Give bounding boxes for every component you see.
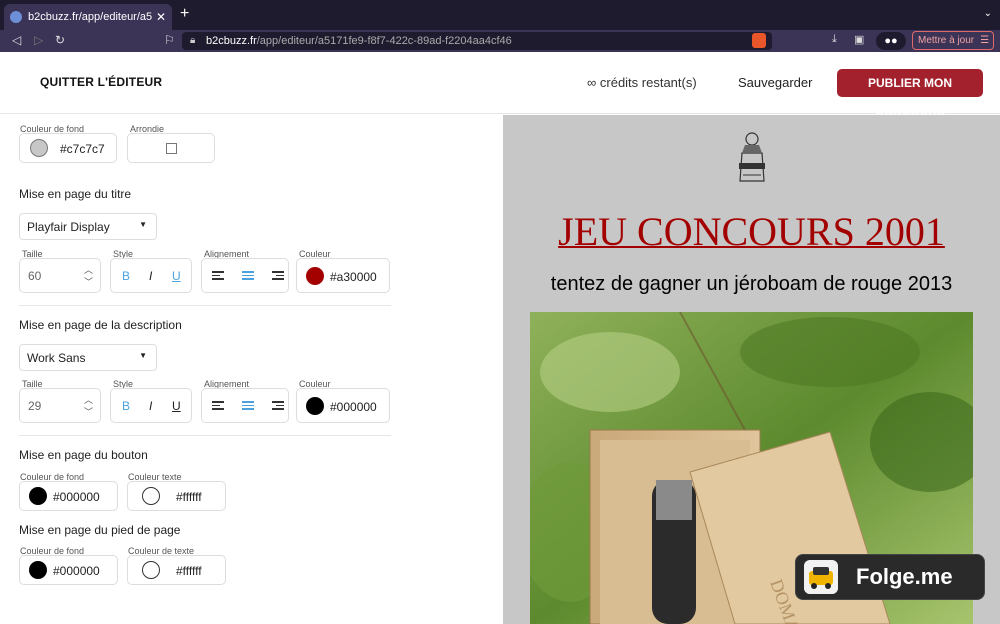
url-path: /app/editeur/a5171fe9-f8f7-422c-89ad-f22… [256, 35, 512, 47]
preview-title: JEU CONCOURS 2001 [558, 209, 945, 254]
preview-description: tentez de gagner un jéroboam de rouge 20… [550, 273, 953, 295]
bg-color-field[interactable]: #c7c7c7 [19, 133, 117, 163]
save-button[interactable]: Sauvegarder [738, 75, 812, 90]
align-left-icon[interactable] [212, 271, 224, 282]
desc-size-value: 29 [28, 399, 42, 413]
rounded-checkbox[interactable] [166, 143, 177, 154]
reload-icon[interactable]: ↻ [55, 33, 65, 47]
winery-logo-icon [739, 132, 765, 182]
desc-font-select[interactable]: Work Sans ▼ [19, 344, 157, 371]
back-icon[interactable]: ◁ [12, 33, 21, 47]
spin-down-icon[interactable]: ﹀ [84, 407, 93, 417]
spin-up-icon[interactable]: ︿ [84, 265, 93, 275]
lock-icon: 🔒︎ [190, 35, 196, 46]
rounded-field[interactable] [127, 133, 215, 163]
download-icon[interactable]: ⤓ [832, 33, 837, 46]
footer-bg-value: #000000 [53, 564, 100, 578]
bookmark-icon[interactable]: ⚐ [164, 33, 175, 47]
align-right-icon[interactable] [272, 271, 284, 282]
bg-color-swatch [30, 139, 48, 157]
new-tab-button[interactable]: + [180, 5, 189, 23]
browser-tab-bar: b2cbuzz.fr/app/editeur/a5171fe ✕ + ⌄ [0, 0, 1000, 30]
button-text-swatch [142, 487, 160, 505]
footer-bg-swatch [29, 561, 47, 579]
contest-preview: JEU CONCOURS 2001 tentez de gagner un jé… [503, 115, 1000, 624]
browser-tab[interactable]: b2cbuzz.fr/app/editeur/a5171fe ✕ [4, 4, 172, 30]
brave-shield-icon[interactable] [752, 33, 766, 48]
settings-panel: Couleur de fond #c7c7c7 Arrondie Mise en… [0, 115, 503, 624]
tab-close-icon[interactable]: ✕ [156, 10, 166, 24]
browser-toolbar: ◁ ▷ ↻ ⚐ 🔒︎ b2cbuzz.fr/app/editeur/a5171f… [0, 30, 1000, 52]
spin-up-icon[interactable]: ︿ [84, 395, 93, 405]
credits-remaining: ∞ crédits restant(s) [587, 75, 697, 90]
folge-label: Folge.me [856, 564, 953, 589]
footer-bg-field[interactable]: #000000 [19, 555, 118, 585]
italic-button[interactable]: I [149, 269, 152, 283]
title-size-field[interactable]: 60 ︿ ﹀ [19, 258, 101, 293]
footer-section-heading: Mise en page du pied de page [19, 523, 181, 537]
site-favicon-icon [10, 11, 22, 23]
title-color-swatch [306, 267, 324, 285]
url-host: b2cbuzz.fr [206, 35, 257, 47]
chevron-down-icon: ▼ [139, 220, 147, 229]
title-align-group [201, 258, 289, 293]
divider [19, 305, 391, 306]
desc-color-field[interactable]: #000000 [296, 388, 390, 423]
button-section-heading: Mise en page du bouton [19, 448, 148, 462]
private-glasses-icon[interactable]: ●● [876, 32, 906, 50]
sidebar-icon[interactable]: ▣ [854, 33, 864, 46]
folge-watermark: Folge.me [795, 554, 985, 600]
editor-header: QUITTER L'ÉDITEUR ∞ crédits restant(s) S… [0, 52, 1000, 118]
desc-font-value: Work Sans [27, 350, 86, 365]
desc-style-group: B I U [110, 388, 192, 423]
title-font-select[interactable]: Playfair Display ▼ [19, 213, 157, 240]
align-center-icon[interactable] [242, 271, 254, 282]
bg-color-value: #c7c7c7 [60, 142, 105, 156]
align-center-icon[interactable] [242, 401, 254, 412]
desc-color-swatch [306, 397, 324, 415]
tab-title: b2cbuzz.fr/app/editeur/a5171fe [28, 11, 152, 23]
button-text-value: #ffffff [176, 490, 202, 504]
desc-section-heading: Mise en page de la description [19, 318, 182, 332]
footer-text-value: #ffffff [176, 564, 202, 578]
button-bg-swatch [29, 487, 47, 505]
italic-button[interactable]: I [149, 399, 152, 413]
car-logo-icon [804, 560, 838, 594]
desc-align-group [201, 388, 289, 423]
address-bar[interactable]: 🔒︎ b2cbuzz.fr/app/editeur/a5171fe9-f8f7-… [182, 32, 772, 50]
tab-list-chevron-icon[interactable]: ⌄ [984, 8, 992, 19]
footer-text-swatch [142, 561, 160, 579]
title-color-field[interactable]: #a30000 [296, 258, 390, 293]
underline-button[interactable]: U [172, 269, 181, 283]
title-section-heading: Mise en page du titre [19, 187, 132, 201]
footer-text-field[interactable]: #ffffff [127, 555, 226, 585]
title-color-value: #a30000 [330, 270, 377, 284]
spin-down-icon[interactable]: ﹀ [84, 277, 93, 287]
button-bg-value: #000000 [53, 490, 100, 504]
title-size-value: 60 [28, 269, 42, 283]
bold-button[interactable]: B [122, 269, 130, 283]
align-right-icon[interactable] [272, 401, 284, 412]
publish-button[interactable]: PUBLIER MON CONCOURS [837, 69, 983, 118]
underline-button[interactable]: U [172, 399, 181, 413]
align-left-icon[interactable] [212, 401, 224, 412]
quit-editor-button[interactable]: QUITTER L'ÉDITEUR [40, 75, 162, 89]
desc-color-value: #000000 [330, 400, 377, 414]
title-style-group: B I U [110, 258, 192, 293]
title-font-value: Playfair Display [27, 219, 110, 234]
menu-icon: ☰ [980, 35, 990, 46]
button-bg-field[interactable]: #000000 [19, 481, 118, 511]
button-text-field[interactable]: #ffffff [127, 481, 226, 511]
desc-size-field[interactable]: 29 ︿ ﹀ [19, 388, 101, 423]
bold-button[interactable]: B [122, 399, 130, 413]
divider [19, 435, 391, 436]
update-label: Mettre à jour [918, 35, 975, 46]
update-button[interactable]: Mettre à jour ☰ [912, 31, 994, 50]
forward-icon[interactable]: ▷ [34, 33, 43, 47]
chevron-down-icon: ▼ [139, 351, 147, 360]
